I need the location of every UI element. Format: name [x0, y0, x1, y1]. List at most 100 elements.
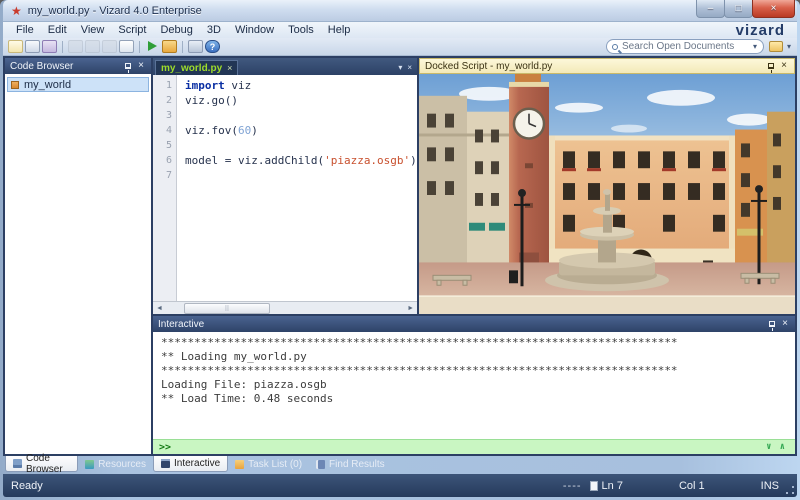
- menu-3d[interactable]: 3D: [200, 24, 228, 36]
- prompt-label: >>: [159, 442, 762, 453]
- code-segment: viz.fov(: [185, 124, 238, 137]
- menu-window[interactable]: Window: [228, 24, 281, 36]
- vizard-logo: vizard: [736, 23, 791, 38]
- tab-code-browser[interactable]: Code Browser: [5, 456, 78, 472]
- collapse-down-icon[interactable]: ∨: [762, 442, 775, 452]
- interactive-panel: Interactive × **************************…: [153, 316, 795, 454]
- menu-tools[interactable]: Tools: [281, 24, 321, 36]
- run-script-icon[interactable]: [145, 40, 160, 53]
- pin-icon[interactable]: [768, 63, 774, 69]
- save-icon[interactable]: [25, 40, 40, 53]
- close-panel-icon[interactable]: ×: [136, 61, 146, 71]
- piazza-scene: [419, 74, 795, 314]
- code-segment: viz.go(): [185, 94, 238, 107]
- console-line: ****************************************…: [161, 336, 787, 350]
- toolbar-icons: [7, 40, 221, 53]
- console-prompt-line[interactable]: >> ∨ ∧: [153, 439, 795, 454]
- maximize-button[interactable]: □: [724, 0, 753, 18]
- search-placeholder: Search Open Documents: [622, 41, 751, 52]
- search-icon: [612, 44, 618, 50]
- menu-edit[interactable]: Edit: [41, 24, 74, 36]
- settings-icon[interactable]: [188, 40, 203, 53]
- console-line: ** Loading my_world.py: [161, 350, 787, 364]
- code-segment: import: [185, 79, 231, 92]
- menu-help[interactable]: Help: [321, 24, 358, 36]
- trash-bin: [509, 270, 518, 283]
- code-area[interactable]: 1234567 import vizviz.go()viz.fov(60)mod…: [153, 75, 417, 301]
- collapse-up-icon[interactable]: ∧: [776, 442, 789, 452]
- code-segment: viz: [231, 79, 251, 92]
- docked-script-header[interactable]: Docked Script - my_world.py ×: [419, 58, 795, 74]
- close-button[interactable]: ×: [752, 0, 795, 18]
- tab-label: Code Browser: [26, 453, 70, 475]
- code-browser-title: Code Browser: [10, 61, 120, 72]
- pin-icon[interactable]: [769, 321, 775, 327]
- close-panel-icon[interactable]: ×: [780, 319, 790, 329]
- paste-icon[interactable]: [102, 40, 117, 53]
- status-column: Col 1: [679, 480, 705, 492]
- undo-icon[interactable]: [85, 40, 100, 53]
- bottom-tab-strip: Code Browser Resources Interactive Task Li…: [3, 456, 797, 474]
- tree-item-my-world[interactable]: my_world: [7, 77, 149, 92]
- code-segment: 'piazza.osgb': [324, 154, 410, 167]
- stop-script-icon[interactable]: [162, 40, 177, 53]
- left-buildings: [419, 96, 511, 267]
- minimize-button[interactable]: –: [696, 0, 725, 18]
- tab-find-results[interactable]: Find Results: [309, 456, 392, 472]
- title-bar[interactable]: ★ my_world.py - Vizard 4.0 Enterprise – …: [3, 0, 797, 22]
- code-line: model = viz.addChild('piazza.osgb'): [185, 153, 417, 168]
- scrollbar-thumb[interactable]: [184, 303, 270, 314]
- cut-icon[interactable]: [68, 40, 83, 53]
- tab-task-list-0[interactable]: Task List (0): [228, 456, 309, 472]
- tab-label: Interactive: [174, 458, 220, 469]
- console-line: Loading File: piazza.osgb: [161, 378, 787, 392]
- document-status-icon: [590, 481, 598, 491]
- tab-list-dropdown-icon[interactable]: ▾: [398, 63, 402, 72]
- scroll-right-icon[interactable]: ►: [404, 305, 417, 312]
- docked-script-panel: Docked Script - my_world.py ×: [419, 58, 795, 314]
- resize-grip[interactable]: [785, 485, 794, 494]
- horizontal-scrollbar[interactable]: ◄ ►: [153, 301, 417, 314]
- status-bar: Ready ---- Ln 7 Col 1 INS: [3, 474, 797, 497]
- recent-documents-dropdown-icon[interactable]: ▾: [785, 42, 793, 51]
- tab-label: Task List (0): [248, 459, 302, 470]
- console-line: ** Load Time: 0.48 seconds: [161, 392, 787, 406]
- code-lines[interactable]: import viz viz.go() viz.fov(60) model = viz…: [177, 75, 417, 301]
- render-viewport[interactable]: [419, 74, 795, 314]
- menu-debug[interactable]: Debug: [153, 24, 199, 36]
- interactive-header[interactable]: Interactive ×: [153, 316, 795, 332]
- save-all-icon[interactable]: [42, 40, 57, 53]
- code-line: viz.fov(60): [185, 123, 417, 138]
- tab-resources[interactable]: Resources: [78, 456, 153, 472]
- new-file-icon[interactable]: [8, 40, 23, 53]
- menu-file[interactable]: File: [9, 24, 41, 36]
- close-document-icon[interactable]: ×: [407, 63, 412, 72]
- editor-tab-label: my_world.py: [161, 63, 222, 74]
- code-segment: ): [410, 154, 417, 167]
- pin-icon[interactable]: [125, 63, 131, 69]
- help-icon[interactable]: [205, 40, 220, 53]
- search-dropdown-icon[interactable]: ▾: [751, 42, 759, 51]
- tab-label: Resources: [98, 459, 146, 470]
- close-panel-icon[interactable]: ×: [779, 61, 789, 71]
- close-tab-icon[interactable]: ×: [227, 63, 232, 73]
- console-output[interactable]: ****************************************…: [153, 332, 795, 439]
- clock-tower: [509, 74, 549, 288]
- new-document-icon[interactable]: [119, 40, 134, 53]
- tab-interactive[interactable]: Interactive: [153, 456, 228, 472]
- code-browser-panel: Code Browser × my_world: [5, 58, 151, 454]
- menu-view[interactable]: View: [74, 24, 112, 36]
- recent-documents-icon[interactable]: [769, 41, 783, 52]
- menu-bar: FileEditViewScriptDebug3DWindowToolsHelp…: [3, 22, 797, 38]
- search-input[interactable]: Search Open Documents ▾: [606, 39, 764, 54]
- interactive-tab-icon: [161, 459, 170, 468]
- scroll-left-icon[interactable]: ◄: [153, 305, 166, 312]
- code-browser-header[interactable]: Code Browser ×: [5, 58, 151, 74]
- menu-script[interactable]: Script: [111, 24, 153, 36]
- toolbar: Search Open Documents ▾ ▾: [3, 38, 797, 56]
- toolbar-separator: [139, 41, 140, 53]
- line-number: 6: [153, 153, 172, 168]
- tab-my-world-py[interactable]: my_world.py ×: [155, 60, 238, 75]
- editor-tab-bar: my_world.py × ▾ ×: [153, 58, 417, 75]
- code-line: viz.go(): [185, 93, 417, 108]
